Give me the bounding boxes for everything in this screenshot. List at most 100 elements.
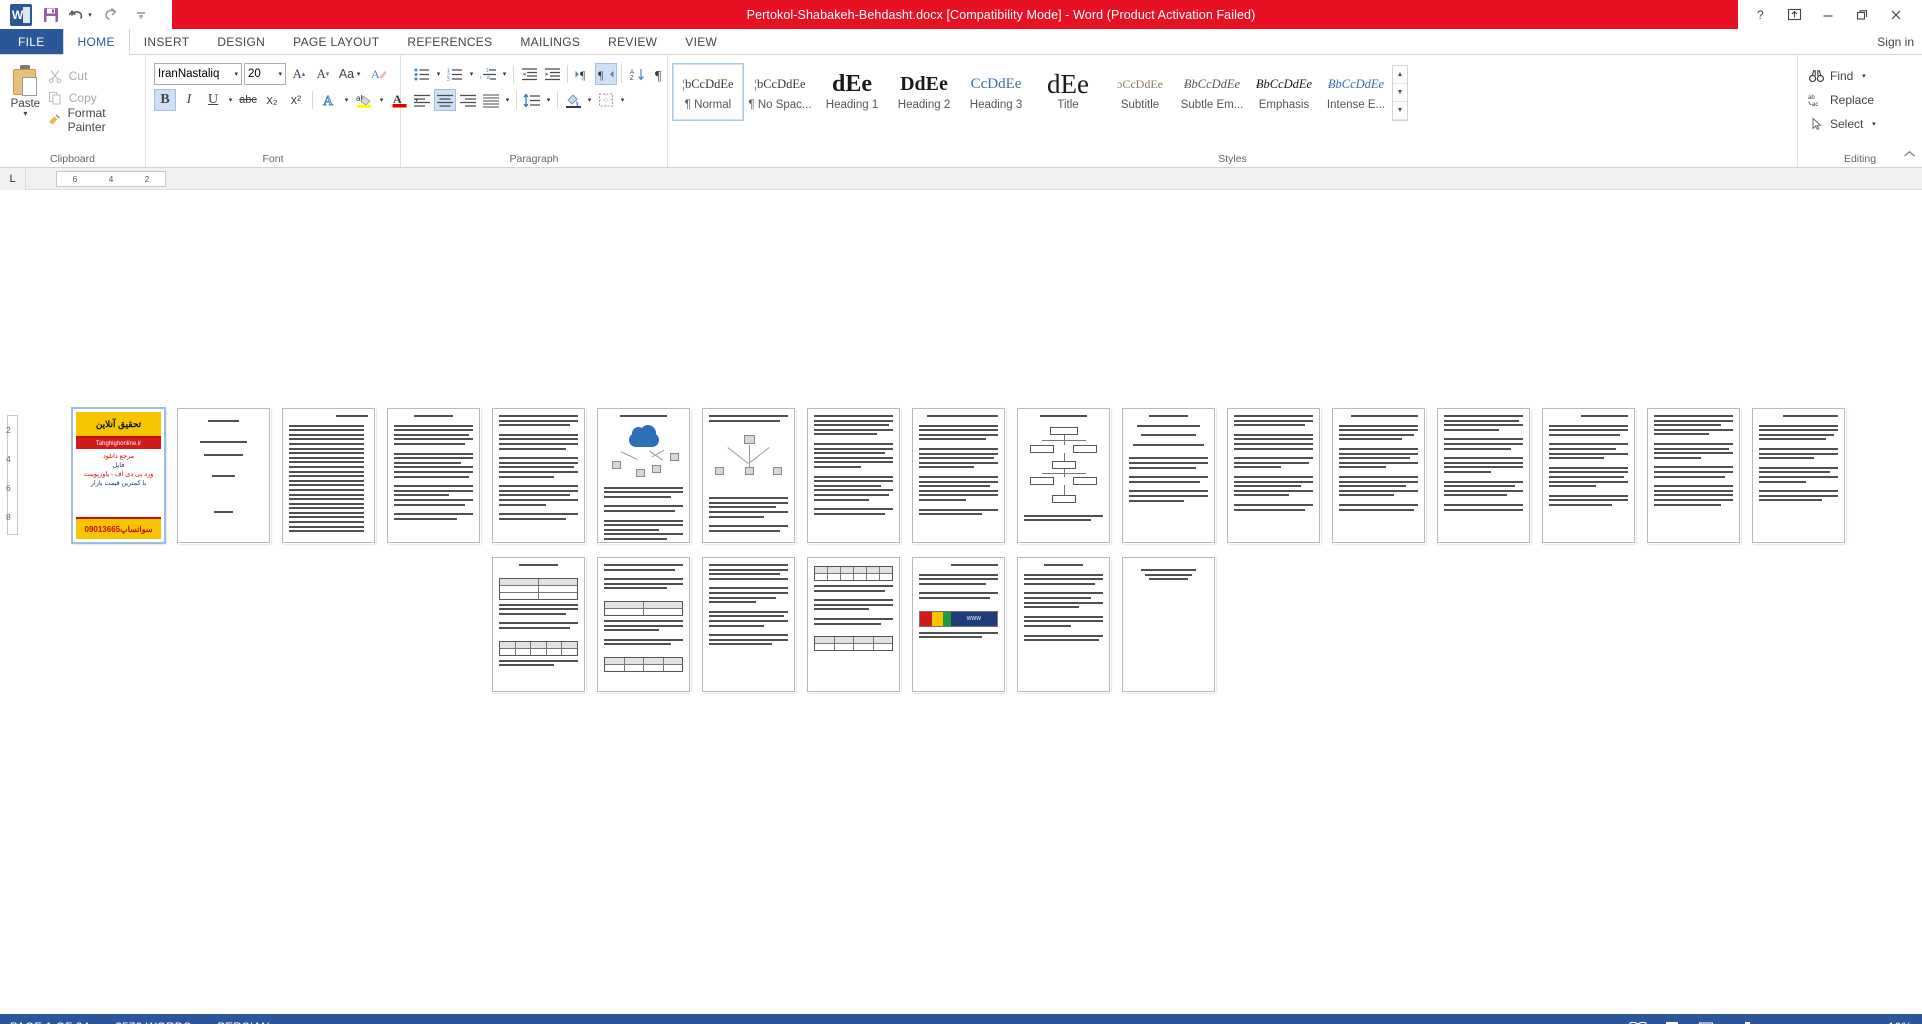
- align-center-icon[interactable]: [434, 89, 456, 111]
- subscript-button[interactable]: x₂: [261, 89, 283, 111]
- multilevel-list-icon[interactable]: 1ia: [477, 63, 499, 85]
- bold-button[interactable]: B: [154, 89, 176, 111]
- font-name-caret[interactable]: ▾: [234, 70, 241, 78]
- page-thumbnail-1[interactable]: تحقیق آنلاین Tahghighonline.ir مرجع دانل…: [71, 407, 166, 544]
- style-no-spacing[interactable]: ¦bCcDdEe ¶ No Spac...: [744, 63, 816, 121]
- page-thumbnail-7[interactable]: [702, 408, 795, 543]
- replace-button[interactable]: ab ac Replace: [1808, 88, 1874, 112]
- styles-scroll-up-icon[interactable]: ▲: [1393, 66, 1407, 84]
- page-thumbnail-11[interactable]: [1122, 408, 1215, 543]
- page-thumbnail-8[interactable]: [807, 408, 900, 543]
- web-layout-button[interactable]: [1695, 1018, 1717, 1024]
- close-button[interactable]: [1880, 2, 1912, 28]
- page-thumbnail-2[interactable]: [177, 408, 270, 543]
- page-thumbnail-16[interactable]: [1647, 408, 1740, 543]
- shrink-font-icon[interactable]: A ▾: [312, 63, 334, 85]
- numbering-caret[interactable]: ▾: [467, 70, 476, 78]
- horizontal-ruler[interactable]: 6 4 2: [56, 171, 166, 187]
- read-mode-button[interactable]: [1627, 1018, 1649, 1024]
- tab-view[interactable]: VIEW: [671, 29, 731, 54]
- borders-caret[interactable]: ▾: [618, 96, 627, 104]
- copy-button[interactable]: Copy: [47, 88, 141, 108]
- zoom-out-button[interactable]: −: [1729, 1020, 1737, 1024]
- restore-button[interactable]: [1846, 2, 1878, 28]
- decrease-indent-icon[interactable]: [518, 63, 540, 85]
- customize-qat-icon[interactable]: [126, 2, 156, 28]
- text-effects-caret[interactable]: ▾: [342, 96, 351, 104]
- style-emphasis[interactable]: ɃbCcDdEe Emphasis: [1248, 63, 1320, 121]
- tab-file[interactable]: FILE: [0, 29, 63, 54]
- sort-icon[interactable]: AZ: [626, 63, 648, 85]
- help-button[interactable]: ?: [1744, 2, 1776, 28]
- ribbon-display-options-icon[interactable]: [1778, 2, 1810, 28]
- multilevel-caret[interactable]: ▾: [500, 70, 509, 78]
- style-heading-3[interactable]: CcDdEe Heading 3: [960, 63, 1032, 121]
- select-button[interactable]: Select ▾: [1808, 112, 1878, 136]
- page-thumbnail-4[interactable]: [387, 408, 480, 543]
- paste-button[interactable]: Paste ▾: [4, 61, 47, 118]
- format-painter-button[interactable]: Format Painter: [47, 106, 141, 134]
- bullets-icon[interactable]: [411, 63, 433, 85]
- style-title[interactable]: dEe Title: [1032, 63, 1104, 121]
- find-caret[interactable]: ▾: [1859, 72, 1868, 80]
- cut-button[interactable]: Cut: [47, 66, 141, 86]
- save-icon[interactable]: [36, 2, 66, 28]
- underline-dropdown-caret[interactable]: ▾: [226, 96, 235, 104]
- numbering-icon[interactable]: 123: [444, 63, 466, 85]
- font-size-caret[interactable]: ▾: [278, 70, 285, 78]
- page-thumbnail-5[interactable]: [492, 408, 585, 543]
- page-thumbnail-10[interactable]: [1017, 408, 1110, 543]
- grow-font-icon[interactable]: A ▴: [288, 63, 310, 85]
- page-thumbnail-12[interactable]: [1227, 408, 1320, 543]
- font-size-combobox[interactable]: 20 ▾: [244, 63, 286, 85]
- style-subtle-emphasis[interactable]: ɃbCcDdEe Subtle Em...: [1176, 63, 1248, 121]
- page-thumbnail-19[interactable]: [597, 557, 690, 692]
- page-thumbnail-20[interactable]: [702, 557, 795, 692]
- style-heading-1[interactable]: dEe Heading 1: [816, 63, 888, 121]
- document-canvas[interactable]: 2 4 6 8 تحقیق آنلاین Tahghighonline.ir م…: [0, 190, 1922, 1014]
- print-layout-button[interactable]: [1661, 1018, 1683, 1024]
- styles-gallery-scrollbar[interactable]: ▲ ▼ ▼: [1392, 65, 1408, 121]
- page-thumbnail-22[interactable]: WWW: [912, 557, 1005, 692]
- zoom-in-button[interactable]: +: [1858, 1020, 1866, 1024]
- undo-icon[interactable]: ▾: [66, 2, 96, 28]
- page-thumbnail-13[interactable]: [1332, 408, 1425, 543]
- page-thumbnail-3[interactable]: [282, 408, 375, 543]
- zoom-slider[interactable]: − +: [1729, 1020, 1866, 1024]
- style-heading-2[interactable]: DdEe Heading 2: [888, 63, 960, 121]
- page-thumbnail-21[interactable]: [807, 557, 900, 692]
- styles-scroll-down-icon[interactable]: ▼: [1393, 84, 1407, 102]
- text-effects-icon[interactable]: A: [318, 89, 340, 111]
- bullets-caret[interactable]: ▾: [434, 70, 443, 78]
- ltr-text-direction-icon[interactable]: ¶: [572, 63, 594, 85]
- highlight-caret[interactable]: ▾: [377, 96, 386, 104]
- justify-caret[interactable]: ▾: [503, 96, 512, 104]
- page-thumbnail-18[interactable]: [492, 557, 585, 692]
- shading-caret[interactable]: ▾: [585, 96, 594, 104]
- minimize-button[interactable]: [1812, 2, 1844, 28]
- superscript-button[interactable]: x²: [285, 89, 307, 111]
- align-left-icon[interactable]: [411, 89, 433, 111]
- shading-icon[interactable]: [562, 89, 584, 111]
- font-name-combobox[interactable]: IranNastaliq ▾: [154, 63, 242, 85]
- page-thumbnails[interactable]: تحقیق آنلاین Tahghighonline.ir مرجع دانل…: [0, 190, 1922, 1014]
- style-subtitle[interactable]: ɔCcDdEe Subtitle: [1104, 63, 1176, 121]
- style-intense-emphasis[interactable]: ɃbCcDdEe Intense E...: [1320, 63, 1392, 121]
- underline-button[interactable]: U: [202, 89, 224, 111]
- tab-home[interactable]: HOME: [62, 29, 130, 55]
- strikethrough-button[interactable]: abc: [237, 89, 259, 111]
- find-button[interactable]: Find ▾: [1808, 64, 1868, 88]
- tab-mailings[interactable]: MAILINGS: [506, 29, 594, 54]
- page-thumbnail-14[interactable]: [1437, 408, 1530, 543]
- page-thumbnail-24[interactable]: [1122, 557, 1215, 692]
- styles-more-icon[interactable]: ▼: [1393, 102, 1407, 120]
- line-spacing-icon[interactable]: [521, 89, 543, 111]
- tab-page-layout[interactable]: PAGE LAYOUT: [279, 29, 393, 54]
- tab-references[interactable]: REFERENCES: [393, 29, 506, 54]
- select-caret[interactable]: ▾: [1869, 120, 1878, 128]
- page-thumbnail-15[interactable]: [1542, 408, 1635, 543]
- page-thumbnail-6[interactable]: [597, 408, 690, 543]
- tab-insert[interactable]: INSERT: [130, 29, 204, 54]
- justify-icon[interactable]: [480, 89, 502, 111]
- change-case-icon[interactable]: Aa ▾: [336, 63, 366, 85]
